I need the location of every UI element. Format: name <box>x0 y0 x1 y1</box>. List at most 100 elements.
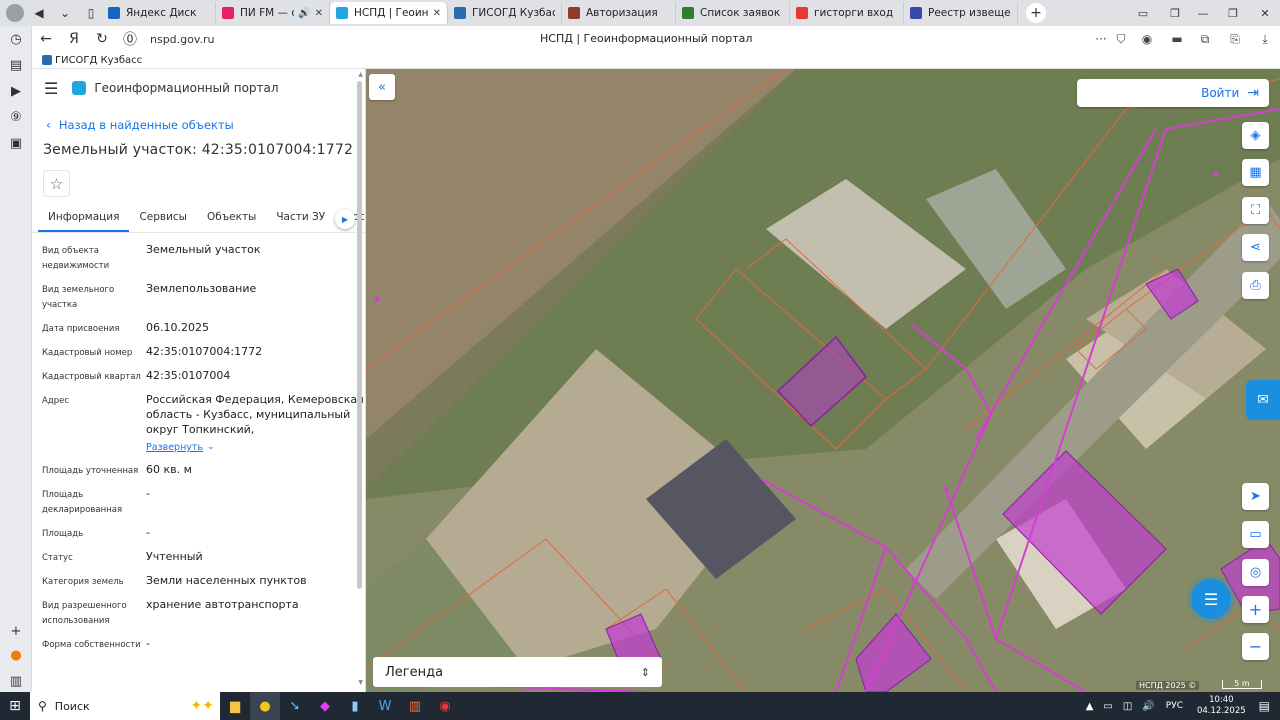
tray-volume-icon[interactable]: 🔊 <box>1142 701 1154 712</box>
add-panel-icon[interactable]: + <box>0 618 32 644</box>
app-9-icon[interactable]: ⑨ <box>0 104 32 130</box>
tabs-icon[interactable]: ❐ <box>1160 0 1190 26</box>
layers-icon[interactable]: ◈ <box>1242 122 1269 149</box>
reload-icon[interactable]: ↻ <box>88 27 116 51</box>
scroll-up-icon[interactable]: ▲ <box>358 71 363 78</box>
tray-network-icon[interactable]: ◫ <box>1123 701 1132 712</box>
tab-list-chevron-icon[interactable]: ⌄ <box>54 2 76 24</box>
chevron-down-icon: ⌄ <box>207 442 215 452</box>
tab-audio-icon[interactable]: ◀ <box>28 2 50 24</box>
minimize-icon[interactable]: ▭ <box>1128 0 1158 26</box>
browser-tab[interactable]: ПИ FM — слуша 🔊 ✕ <box>216 2 330 24</box>
more-icon[interactable]: ··· <box>1090 29 1112 49</box>
property-key: Вид земельного участка <box>42 285 115 310</box>
alice-icon[interactable]: ● <box>0 642 32 668</box>
tab-label: Реестр извещений <box>928 7 1011 19</box>
window-minimize-button[interactable]: — <box>1188 0 1218 26</box>
expand-label: Развернуть <box>146 442 204 453</box>
feedback-chat-tab[interactable]: ✉ <box>1246 380 1280 420</box>
scroll-down-icon[interactable]: ▼ <box>358 679 363 686</box>
share-icon[interactable]: ⋖ <box>1242 234 1269 261</box>
tab-audio-icon[interactable]: 🔊 <box>298 8 310 19</box>
browser-tab[interactable]: Авторизация <box>562 2 676 24</box>
geolocation-icon[interactable]: ◎ <box>1242 559 1269 586</box>
clock[interactable]: 10:40 04.12.2025 <box>1197 695 1246 717</box>
url-text[interactable]: nspd.gov.ru <box>150 33 215 46</box>
property-key: Категория земель <box>42 577 124 587</box>
expand-address-link[interactable]: Развернуть ⌄ <box>146 440 215 455</box>
window-restore-button[interactable]: ❐ <box>1218 0 1248 26</box>
map-view[interactable]: « Войти ⇥ ◈ ▦ ⛶ ⋖ ⎙ ✉ ➤ ▭ ◎ + − ☰ Легенд… <box>366 69 1280 692</box>
notes-icon[interactable]: ▤ <box>0 52 32 78</box>
bookmark-gisogd[interactable]: ГИСОГД Кузбасс <box>55 55 142 66</box>
tab-close-icon[interactable]: ✕ <box>315 8 323 19</box>
taskbar-search[interactable]: ⚲ Поиск ✦✦ <box>30 692 220 720</box>
back-arrow-icon[interactable]: ← <box>32 27 60 51</box>
locate-arrow-icon[interactable]: ➤ <box>1242 483 1269 510</box>
tray-bluetooth-icon[interactable]: ▭ <box>1103 701 1112 712</box>
panel-tab[interactable]: Части ЗУ <box>266 207 335 230</box>
sidebar-toggle-icon[interactable]: ▥ <box>0 668 32 694</box>
gallery-icon[interactable]: ▣ <box>0 130 32 156</box>
area-select-icon[interactable]: ⛶ <box>1242 197 1269 224</box>
tray-chevron-icon[interactable]: ▲ <box>1086 701 1094 712</box>
app-red-icon[interactable]: ◉ <box>430 692 460 720</box>
browser-tab[interactable]: гисторги вход в личн <box>790 2 904 24</box>
profile-avatar[interactable] <box>6 4 24 22</box>
panel-tab[interactable]: Объекты <box>197 207 266 230</box>
app-file-icon[interactable]: ▮ <box>340 692 370 720</box>
new-tab-button[interactable]: + <box>1026 3 1046 23</box>
panel-tab[interactable]: Информация <box>38 207 130 232</box>
satellite-map[interactable] <box>366 69 1280 692</box>
menu-icon[interactable]: ☰ <box>44 79 58 98</box>
page-icon[interactable]: ▯ <box>80 2 102 24</box>
portal-title[interactable]: Геоинформационный портал <box>94 81 278 95</box>
basemap-icon[interactable]: ▭ <box>1242 521 1269 548</box>
browser-tab[interactable]: НСПД | Геоинфор ✕ <box>330 2 448 24</box>
chat-bubble-button[interactable]: ☰ <box>1191 579 1231 619</box>
collapse-panel-button[interactable]: « <box>369 74 395 100</box>
property-value: - <box>146 487 150 500</box>
browser-tab[interactable]: Реестр извещений <box>904 2 1018 24</box>
legend-dropdown[interactable]: Легенда ⇕ <box>373 657 662 687</box>
extension-icon[interactable]: ◉ <box>1136 29 1158 49</box>
bookmark-icon[interactable]: ⛉ <box>1110 29 1132 49</box>
site-info-icon[interactable]: ⓪ <box>116 27 144 51</box>
ruler-icon[interactable]: ▦ <box>1242 159 1269 186</box>
downloads-icon[interactable]: ⤓ <box>1254 29 1276 49</box>
tab-close-icon[interactable]: ✕ <box>433 8 441 19</box>
panel-scrollbar[interactable] <box>357 81 362 589</box>
word-icon[interactable]: W <box>370 692 400 720</box>
browser-tab-bar: ◀ ⌄ ▯ Яндекс ДискПИ FM — слуша🔊✕НСПД | Г… <box>0 0 1280 26</box>
reader-icon[interactable]: ▬ <box>1166 29 1188 49</box>
panel-tab[interactable]: Сервисы <box>129 207 197 230</box>
browser-tab[interactable]: ГИСОГД Кузбасса <box>448 2 562 24</box>
file-explorer-icon[interactable]: ▆ <box>220 692 250 720</box>
browser-tab[interactable]: Список заявок — Тех <box>676 2 790 24</box>
favorite-star-button[interactable]: ☆ <box>43 170 70 197</box>
tab-label: ГИСОГД Кузбасса <box>472 7 555 19</box>
yandex-icon[interactable]: Я <box>60 27 88 51</box>
zoom-out-button[interactable]: − <box>1242 633 1269 660</box>
login-button[interactable]: Войти ⇥ <box>1077 79 1269 107</box>
windows-start-icon[interactable]: ⊞ <box>0 692 30 720</box>
print-icon[interactable]: ⎙ <box>1242 272 1269 299</box>
yandex-browser-icon[interactable]: ● <box>250 692 280 720</box>
app-arrow-icon[interactable]: ➘ <box>280 692 310 720</box>
tab-favicon-icon <box>222 7 234 19</box>
window-close-button[interactable]: ✕ <box>1250 0 1280 26</box>
history-icon[interactable]: ◷ <box>0 26 32 52</box>
zoom-in-button[interactable]: + <box>1242 596 1269 623</box>
collections-icon[interactable]: ⎘ <box>1224 29 1246 49</box>
app-drop-icon[interactable]: ◆ <box>310 692 340 720</box>
notifications-icon[interactable]: ▤ <box>1259 699 1270 713</box>
tabs-scroll-right-button[interactable]: ▶ <box>335 209 355 229</box>
extensions-puzzle-icon[interactable]: ⧉ <box>1194 29 1216 49</box>
app-book-icon[interactable]: ▥ <box>400 692 430 720</box>
back-to-results-link[interactable]: ‹ Назад в найденные объекты <box>46 118 365 132</box>
property-value: - <box>146 637 150 650</box>
browser-tab[interactable]: Яндекс Диск <box>102 2 216 24</box>
language-indicator[interactable]: РУС <box>1166 701 1183 711</box>
media-icon[interactable]: ▶ <box>0 78 32 104</box>
property-key: Статус <box>42 553 73 563</box>
